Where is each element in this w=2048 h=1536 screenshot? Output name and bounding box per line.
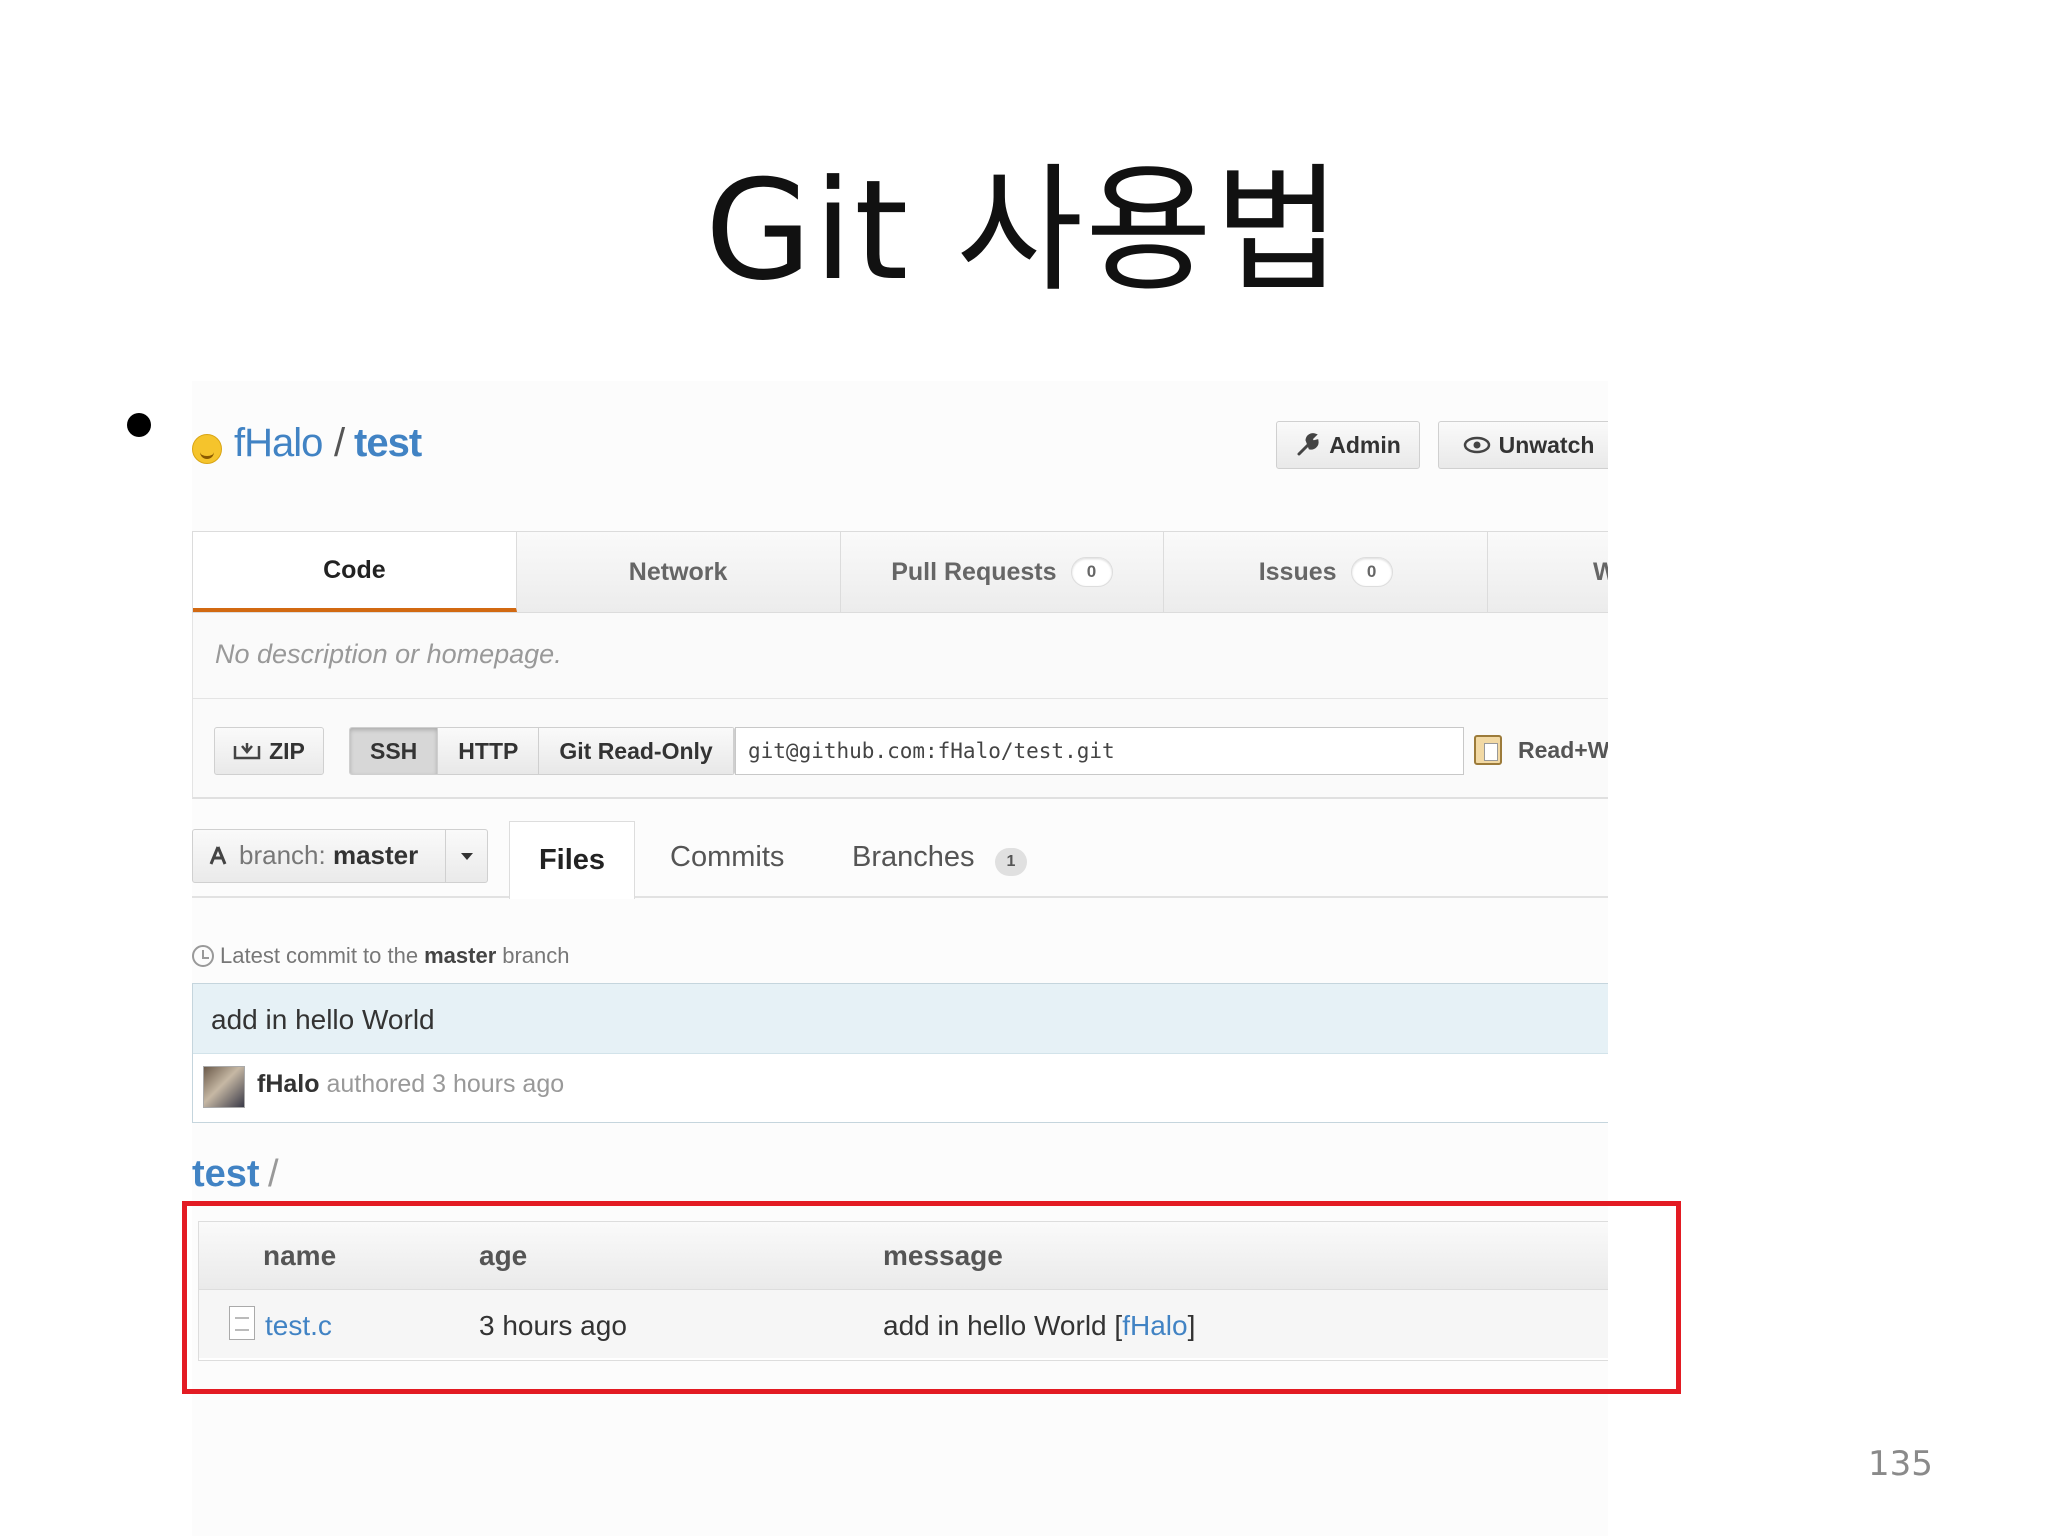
tab-pull-requests-label: Pull Requests xyxy=(891,557,1057,586)
path-repo-link[interactable]: test xyxy=(192,1153,260,1196)
tab-network[interactable]: Network xyxy=(517,532,841,612)
git-read-only-button[interactable]: Git Read-Only xyxy=(539,728,734,774)
repo-path-separator: / xyxy=(334,421,346,465)
tab-network-label: Network xyxy=(628,557,728,586)
commit-author-line: fHalo authored 3 hours ago xyxy=(257,1070,564,1099)
repo-description: No description or homepage. xyxy=(215,639,562,669)
tab-wiki-label: W xyxy=(1593,557,1608,586)
subtab-branches[interactable]: Branches xyxy=(852,841,975,874)
tab-code-label: Code xyxy=(323,555,386,584)
file-name-link[interactable]: test.c xyxy=(265,1310,332,1342)
branch-label: branch: master xyxy=(239,840,418,871)
path-slash: / xyxy=(268,1153,279,1195)
clone-protocol-group: SSH HTTP Git Read-Only xyxy=(349,727,735,775)
admin-label: Admin xyxy=(1329,431,1401,458)
tab-issues-label: Issues xyxy=(1258,557,1337,586)
bullet-point xyxy=(127,413,151,437)
ssh-button[interactable]: SSH xyxy=(350,728,439,774)
table-row: test.c 3 hours ago add in hello World [f… xyxy=(199,1290,1608,1358)
latest-commit-label: Latest commit to the master branch xyxy=(192,943,570,969)
file-message-author-link[interactable]: fHalo xyxy=(1122,1310,1187,1341)
branches-count: 1 xyxy=(995,848,1027,876)
issues-count: 0 xyxy=(1350,557,1393,587)
clipboard-icon[interactable] xyxy=(1474,735,1502,765)
commit-message[interactable]: add in hello World xyxy=(211,1004,435,1036)
wrench-icon xyxy=(1297,433,1319,456)
file-message: add in hello World [fHalo] xyxy=(883,1310,1196,1341)
unwatch-label: Unwatch xyxy=(1498,431,1595,458)
commit-authored: authored 3 hours ago xyxy=(326,1070,565,1098)
repo-tabs: Code Network Pull Requests 0 Issues 0 W xyxy=(192,531,1608,613)
branch-name: master xyxy=(332,840,419,870)
eye-icon xyxy=(1463,436,1490,454)
branch-prefix: branch: xyxy=(239,840,326,870)
file-message-text: add in hello World xyxy=(883,1310,1107,1341)
column-header-message: message xyxy=(883,1240,1003,1271)
zip-label: ZIP xyxy=(269,737,305,764)
latest-commit-prefix: Latest commit to the xyxy=(220,943,419,968)
latest-commit-branch: master xyxy=(424,943,497,968)
branch-icon xyxy=(209,846,227,865)
file-table-header: name age message xyxy=(199,1222,1608,1290)
http-button[interactable]: HTTP xyxy=(438,728,540,774)
smiley-icon xyxy=(192,434,222,464)
unwatch-button[interactable]: Unwatch xyxy=(1438,421,1608,469)
tab-pull-requests[interactable]: Pull Requests 0 xyxy=(841,532,1165,612)
latest-commit-suffix: branch xyxy=(502,943,570,968)
description-box: No description or homepage. xyxy=(192,613,1608,699)
file-age: 3 hours ago xyxy=(479,1310,627,1341)
zip-download-button[interactable]: ZIP xyxy=(214,727,324,775)
file-table: name age message test.c 3 hours ago add … xyxy=(198,1221,1608,1361)
chevron-down-icon[interactable] xyxy=(461,853,473,860)
github-screenshot: fHalo / test Admin Unwatch Code Network … xyxy=(192,381,1608,1536)
tab-issues[interactable]: Issues 0 xyxy=(1164,532,1488,612)
tab-code[interactable]: Code xyxy=(193,532,517,612)
download-icon xyxy=(233,743,261,760)
subtab-commits[interactable]: Commits xyxy=(670,841,784,874)
column-header-age: age xyxy=(479,1240,528,1271)
admin-button[interactable]: Admin xyxy=(1276,421,1420,469)
commit-message-bar: add in hello World xyxy=(193,984,1608,1054)
subtabs-divider xyxy=(192,896,1608,898)
branch-selector[interactable]: branch: master xyxy=(192,829,488,883)
subtab-files[interactable]: Files xyxy=(509,821,635,899)
repo-owner-link[interactable]: fHalo xyxy=(234,421,323,466)
pull-requests-count: 0 xyxy=(1070,557,1113,587)
tab-wiki-partial[interactable]: W xyxy=(1488,532,1608,612)
access-level: Read+W xyxy=(1518,737,1608,763)
branch-divider xyxy=(445,830,446,882)
slide-title: Git 사용법 xyxy=(704,150,1344,311)
page-number: 135 xyxy=(1868,1444,1933,1484)
clock-icon xyxy=(192,945,214,967)
clone-url-input[interactable]: git@github.com:fHalo/test.git xyxy=(735,727,1464,775)
column-header-name: name xyxy=(263,1240,337,1271)
repo-name-link[interactable]: test xyxy=(354,421,422,466)
latest-commit-box: add in hello World fHalo authored 3 hour… xyxy=(192,983,1608,1123)
commit-author[interactable]: fHalo xyxy=(257,1070,320,1098)
file-icon xyxy=(229,1306,255,1340)
author-avatar[interactable] xyxy=(203,1066,245,1108)
